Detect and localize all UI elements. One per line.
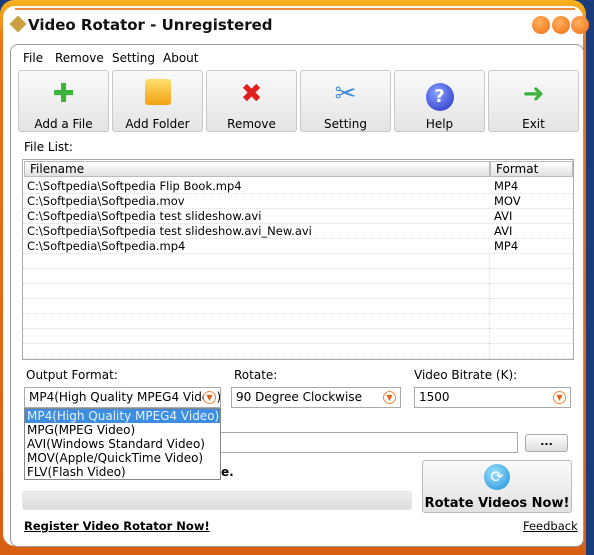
rotate-select[interactable]: 90 Degree Clockwise ▼ [231,387,401,408]
option-mpg[interactable]: MPG(MPEG Video) [25,423,220,437]
add-folder-button[interactable]: Add Folder [112,70,203,132]
add-folder-label: Add Folder [125,117,190,131]
empty-row [23,329,573,344]
close-button[interactable] [571,16,589,34]
bitrate-value: 1500 [419,390,450,404]
rotate-videos-button[interactable]: ⟳ Rotate Videos Now! [422,460,572,513]
bitrate-label: Video Bitrate (K): [414,368,518,382]
minimize-button[interactable] [532,16,550,34]
empty-row [23,299,573,314]
output-format-label: Output Format: [26,368,118,382]
menu-remove[interactable]: Remove [55,51,104,65]
option-flv[interactable]: FLV(Flash Video) [25,465,220,479]
menu-file[interactable]: File [23,51,43,65]
column-header-format[interactable]: Format [490,161,573,177]
window-title: Video Rotator - Unregistered [28,16,273,34]
table-row[interactable]: C:\Softpedia\Softpedia.mov MOV [23,194,573,209]
empty-row [23,344,573,359]
output-format-select[interactable]: MP4(High Quality MPEG4 Video) ▼ [24,387,221,408]
x-icon: ✖ [240,79,263,109]
help-button[interactable]: ? Help [394,70,485,132]
table-row[interactable]: C:\Softpedia\Softpedia.mp4 MP4 [23,239,573,254]
format-cell: AVI [494,209,513,223]
table-row[interactable]: C:\Softpedia\Softpedia test slideshow.av… [23,209,573,224]
add-file-button[interactable]: ✚ Add a File [18,70,109,132]
bitrate-select[interactable]: 1500 ▼ [414,387,571,408]
folder-icon [113,79,202,109]
filename-cell: C:\Softpedia\Softpedia test slideshow.av… [27,224,312,238]
rotate-videos-label: Rotate Videos Now! [424,496,570,511]
filename-cell: C:\Softpedia\Softpedia.mov [27,194,185,208]
table-row[interactable]: C:\Softpedia\Softpedia Flip Book.mp4 MP4 [23,179,573,194]
feedback-link[interactable]: Feedback [523,519,578,533]
chevron-down-icon: ▼ [203,391,216,404]
filename-cell: C:\Softpedia\Softpedia.mp4 [27,239,186,253]
menu-about[interactable]: About [163,51,198,65]
column-header-filename[interactable]: Filename [24,161,490,177]
file-list-table[interactable]: Filename Format C:\Softpedia\Softpedia F… [22,159,574,360]
option-mp4[interactable]: MP4(High Quality MPEG4 Video) [25,409,220,423]
register-link[interactable]: Register Video Rotator Now! [24,519,210,533]
empty-row [23,284,573,299]
option-mov[interactable]: MOV(Apple/QuickTime Video) [25,451,220,465]
table-row[interactable]: C:\Softpedia\Softpedia test slideshow.av… [23,224,573,239]
output-folder-input[interactable] [220,432,518,453]
format-cell: AVI [494,224,513,238]
empty-row [23,269,573,284]
help-icon: ? [395,79,484,111]
filename-cell: C:\Softpedia\Softpedia test slideshow.av… [27,209,262,223]
format-cell: MP4 [494,179,519,193]
option-avi[interactable]: AVI(Windows Standard Video) [25,437,220,451]
chevron-down-icon: ▼ [383,391,396,404]
obscured-text: e. [221,465,234,479]
exit-button[interactable]: ➜ Exit [488,70,579,132]
menu-setting[interactable]: Setting [112,51,155,65]
help-label: Help [425,117,454,131]
add-file-label: Add a File [34,117,93,131]
progress-bar [22,491,412,510]
chevron-down-icon: ▼ [553,391,566,404]
output-format-dropdown-list[interactable]: MP4(High Quality MPEG4 Video) MPG(MPEG V… [24,408,221,480]
output-format-value: MP4(High Quality MPEG4 Video) [29,390,221,404]
remove-button[interactable]: ✖ Remove [206,70,297,132]
plus-icon: ✚ [52,79,75,109]
setting-button[interactable]: ✂ Setting [300,70,391,132]
setting-label: Setting [324,117,367,131]
filename-cell: C:\Softpedia\Softpedia Flip Book.mp4 [27,179,242,193]
rotate-value: 90 Degree Clockwise [236,390,362,404]
remove-label: Remove [227,117,276,131]
exit-label: Exit [522,117,545,131]
tools-icon: ✂ [334,79,357,109]
browse-button[interactable]: ... [525,434,568,452]
file-list-label: File List: [24,140,73,154]
empty-row [23,314,573,329]
empty-row [23,254,573,269]
format-cell: MOV [494,194,521,208]
maximize-button[interactable] [552,16,570,34]
rotate-icon: ⟳ [484,464,510,490]
arrow-right-icon: ➜ [522,79,545,109]
rotate-label: Rotate: [234,368,278,382]
format-cell: MP4 [494,239,519,253]
